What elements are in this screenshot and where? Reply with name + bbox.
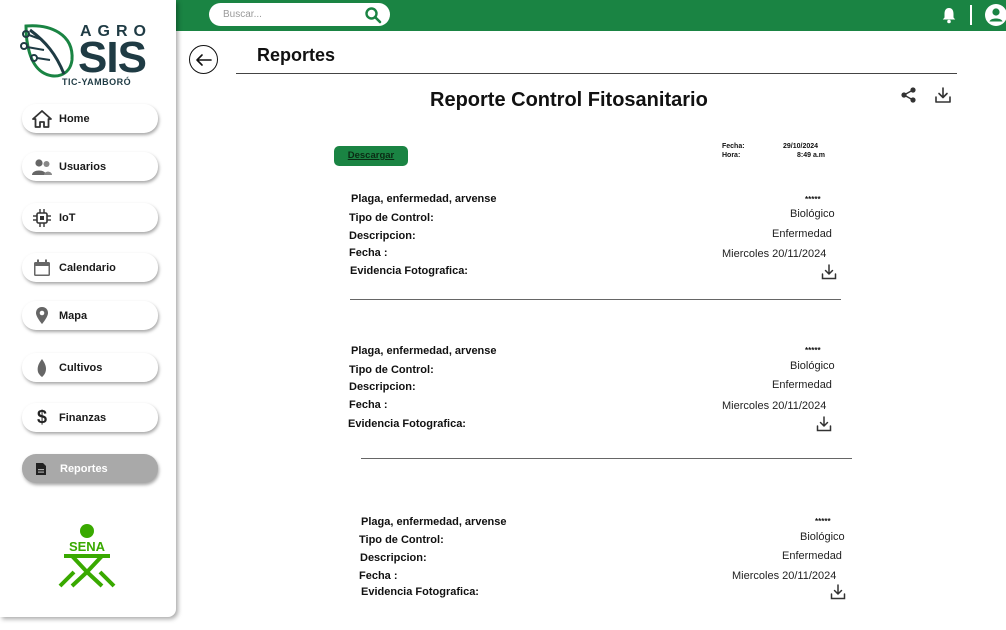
descripcion-label: Descripcion: bbox=[349, 381, 416, 393]
arrow-left-icon bbox=[195, 53, 212, 66]
fecha-value: 29/10/2024 bbox=[783, 143, 819, 150]
hora-value: 8:49 a.m bbox=[797, 152, 826, 159]
plaga-value: ***** bbox=[805, 195, 821, 204]
fecha-entry-value: Miercoles 20/11/2024 bbox=[722, 248, 827, 260]
sidebar-item-reportes[interactable]: Reportes bbox=[22, 454, 158, 483]
entry-divider bbox=[350, 299, 841, 300]
dollar-icon: $ bbox=[36, 407, 47, 427]
download-icon[interactable] bbox=[934, 86, 952, 104]
sidebar-item-label: Finanzas bbox=[59, 411, 107, 424]
sidebar-item-usuarios[interactable]: Usuarios bbox=[22, 152, 158, 181]
plaga-label: Plaga, enfermedad, arvense bbox=[361, 516, 507, 528]
evidencia-download-icon[interactable] bbox=[816, 416, 832, 432]
sidebar-item-label: Cultivos bbox=[59, 361, 103, 374]
descripcion-value: Enfermedad bbox=[782, 550, 842, 562]
entry-divider bbox=[361, 458, 852, 459]
search-icon[interactable] bbox=[364, 6, 382, 24]
fecha-entry-label: Fecha : bbox=[349, 247, 388, 259]
descargar-button[interactable]: Descargar bbox=[334, 146, 408, 166]
evidencia-download-icon[interactable] bbox=[830, 584, 846, 600]
evidencia-label: Evidencia Fotografica: bbox=[348, 418, 466, 430]
agrosis-logo: AGRO SIS TIC-YAMBORÓ bbox=[20, 20, 150, 90]
evidencia-download-icon[interactable] bbox=[821, 264, 837, 280]
sidebar-item-label: IoT bbox=[59, 211, 76, 224]
fecha-entry-label: Fecha : bbox=[349, 399, 388, 411]
notification-bell-icon[interactable] bbox=[940, 6, 958, 24]
report-title: Reporte Control Fitosanitario bbox=[430, 89, 708, 111]
sidebar: AGRO SIS TIC-YAMBORÓ Home Usuarios IoT C… bbox=[0, 0, 176, 617]
sidebar-item-label: Calendario bbox=[59, 261, 116, 274]
descripcion-label: Descripcion: bbox=[349, 230, 416, 242]
sidebar-item-finanzas[interactable]: $ Finanzas bbox=[22, 403, 158, 432]
evidencia-label: Evidencia Fotografica: bbox=[350, 265, 468, 277]
sidebar-item-home[interactable]: Home bbox=[22, 104, 158, 133]
tipo-control-label: Tipo de Control: bbox=[349, 364, 434, 376]
search-input[interactable] bbox=[223, 7, 358, 22]
share-icon[interactable] bbox=[900, 86, 918, 104]
report-icon bbox=[34, 458, 48, 480]
tipo-control-value: Biológico bbox=[790, 208, 835, 220]
fecha-entry-label: Fecha : bbox=[359, 570, 398, 582]
header-divider bbox=[236, 73, 957, 74]
logo-tagline: TIC-YAMBORÓ bbox=[62, 77, 132, 87]
tipo-control-label: Tipo de Control: bbox=[349, 212, 434, 224]
leaf-circuit-logo-icon bbox=[20, 24, 74, 78]
chip-icon bbox=[31, 207, 53, 229]
sidebar-item-label: Home bbox=[59, 112, 90, 125]
sidebar-item-cultivos[interactable]: Cultivos bbox=[22, 353, 158, 382]
leaf-icon bbox=[31, 357, 53, 379]
calendar-icon bbox=[31, 257, 53, 279]
user-avatar-icon[interactable] bbox=[984, 3, 1006, 27]
plaga-value: ***** bbox=[805, 346, 821, 355]
descargar-label: Descargar bbox=[347, 150, 395, 161]
plaga-value: ***** bbox=[815, 517, 831, 526]
fecha-entry-value: Miercoles 20/11/2024 bbox=[732, 570, 837, 582]
topbar-divider bbox=[970, 5, 972, 25]
sidebar-item-label: Reportes bbox=[60, 462, 108, 475]
evidencia-label: Evidencia Fotografica: bbox=[361, 586, 479, 598]
sidebar-item-label: Mapa bbox=[59, 309, 88, 322]
home-icon bbox=[31, 108, 53, 130]
sidebar-item-calendario[interactable]: Calendario bbox=[22, 253, 158, 282]
fecha-label: Fecha: bbox=[722, 143, 745, 150]
svg-text:SENA: SENA bbox=[69, 539, 106, 554]
tipo-control-value: Biológico bbox=[800, 531, 845, 543]
fecha-entry-value: Miercoles 20/11/2024 bbox=[722, 400, 827, 412]
logo-text-sis: SIS bbox=[78, 33, 147, 82]
plaga-label: Plaga, enfermedad, arvense bbox=[351, 193, 497, 205]
tipo-control-label: Tipo de Control: bbox=[359, 534, 444, 546]
plaga-label: Plaga, enfermedad, arvense bbox=[351, 345, 497, 357]
users-icon bbox=[31, 156, 53, 178]
sidebar-item-label: Usuarios bbox=[59, 160, 107, 173]
map-pin-icon bbox=[31, 305, 53, 327]
page-title: Reportes bbox=[257, 45, 336, 65]
back-button[interactable] bbox=[189, 45, 218, 74]
descripcion-label: Descripcion: bbox=[360, 552, 427, 564]
descripcion-value: Enfermedad bbox=[772, 379, 832, 391]
sidebar-item-mapa[interactable]: Mapa bbox=[22, 301, 158, 330]
search-box[interactable] bbox=[209, 3, 390, 26]
hora-label: Hora: bbox=[722, 152, 741, 159]
sena-logo: SENA bbox=[58, 524, 116, 588]
tipo-control-value: Biológico bbox=[790, 360, 835, 372]
descripcion-value: Enfermedad bbox=[772, 228, 832, 240]
sidebar-item-iot[interactable]: IoT bbox=[22, 203, 158, 232]
